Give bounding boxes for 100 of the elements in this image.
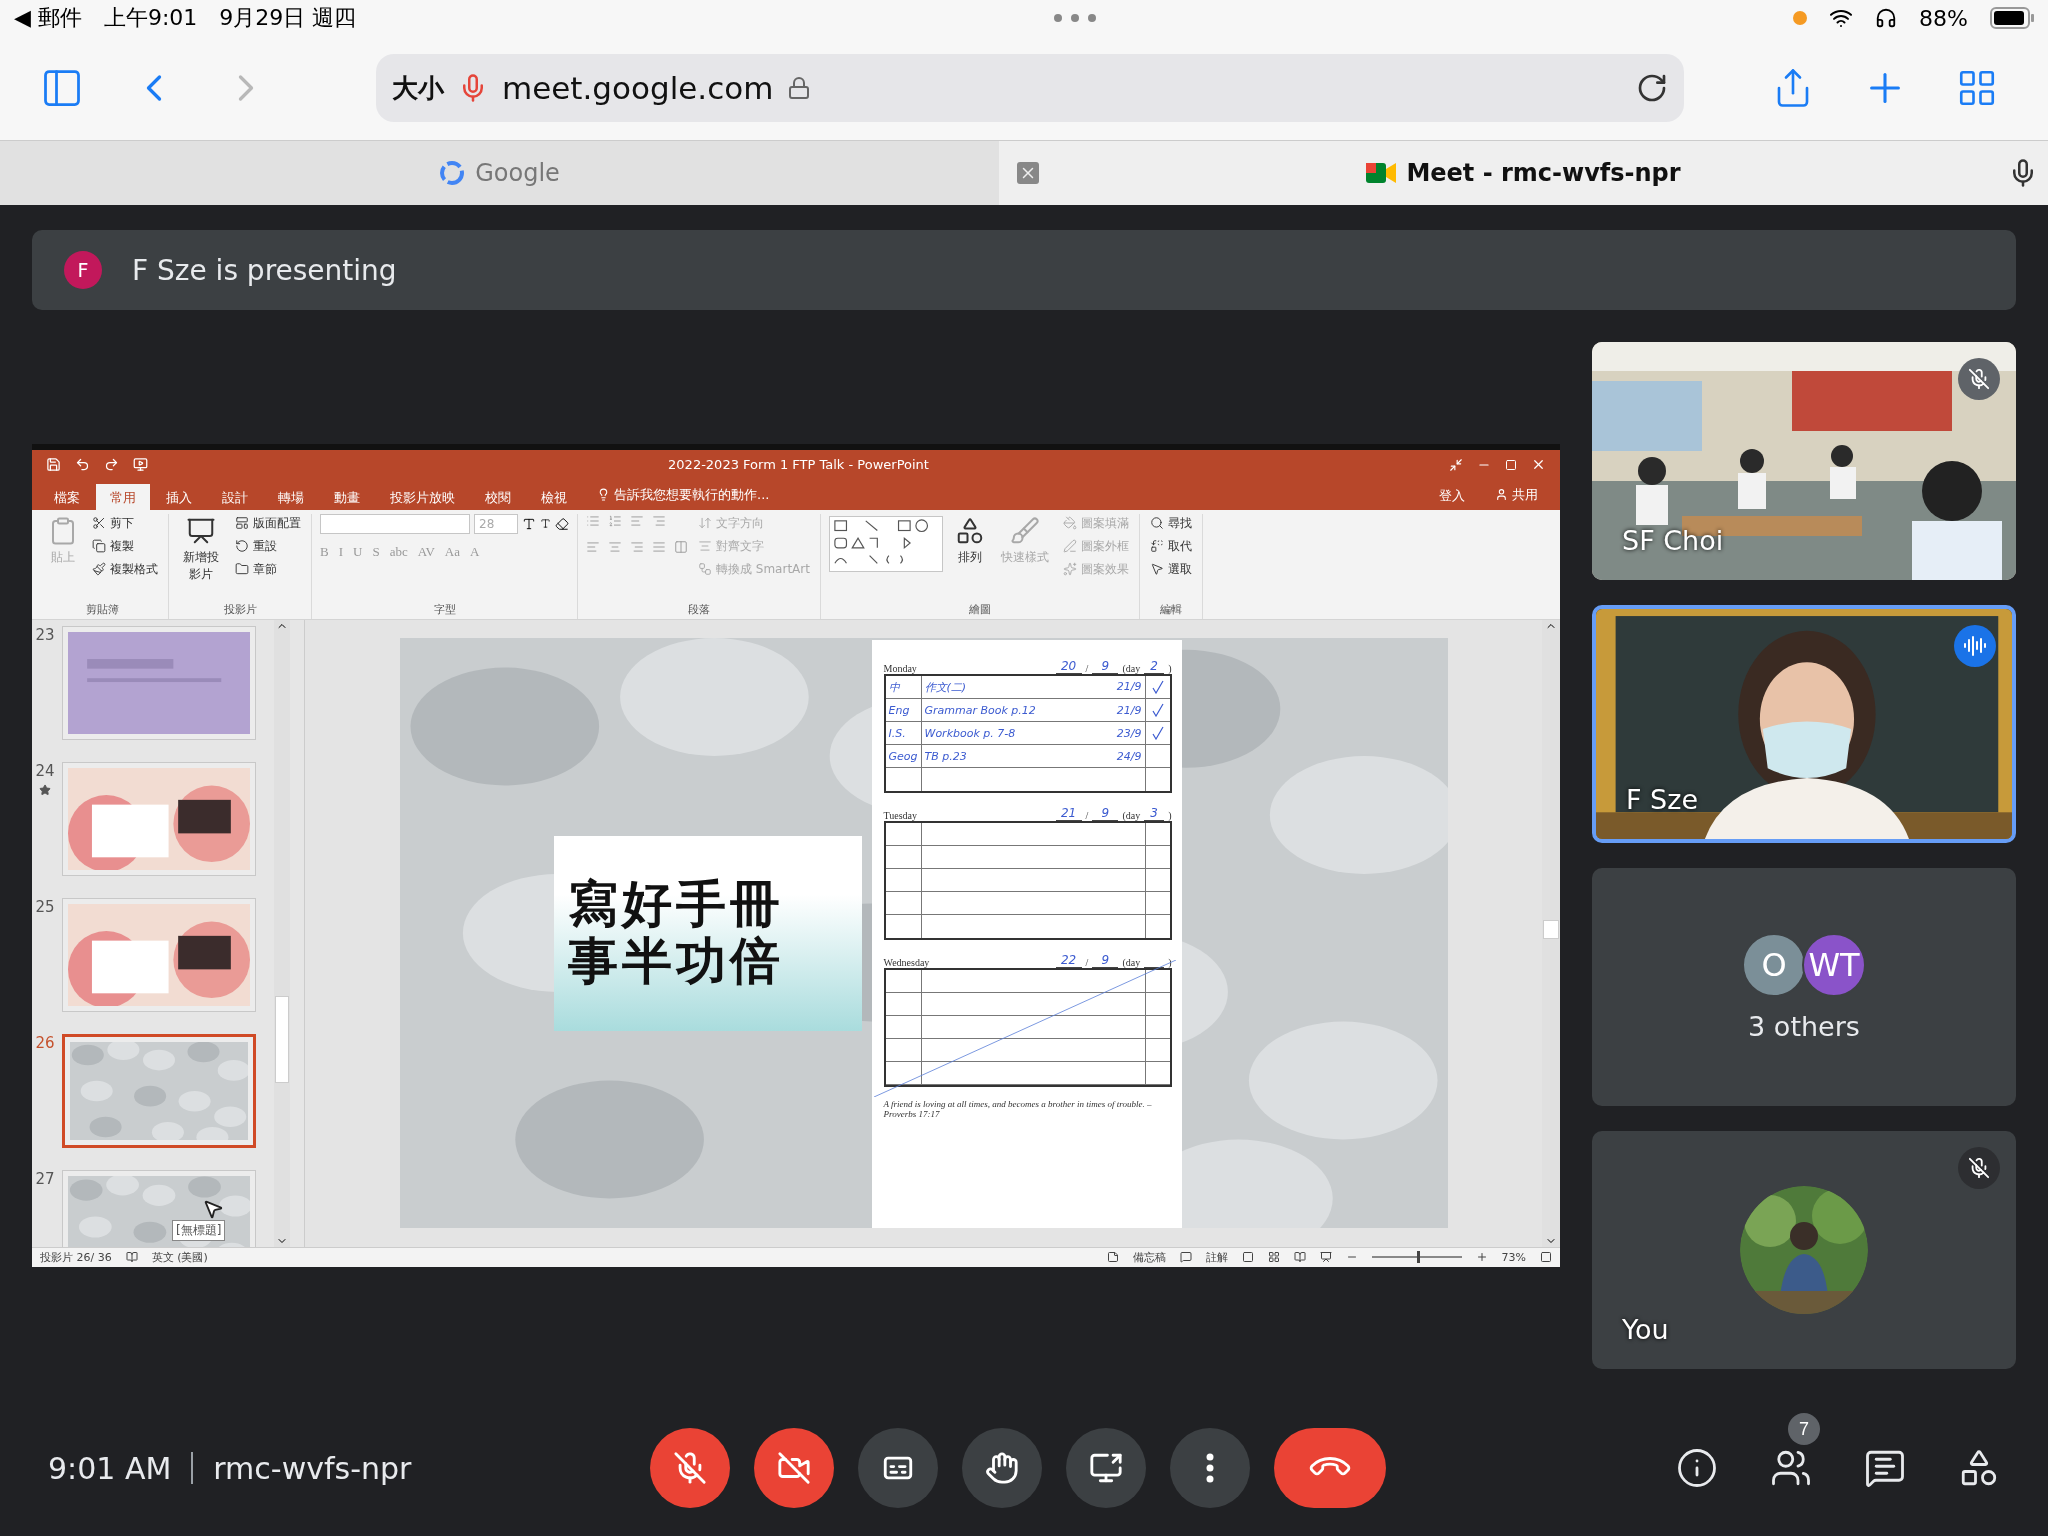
- spelling-icon[interactable]: [125, 1251, 138, 1263]
- slide-thumbnail[interactable]: [62, 761, 256, 876]
- back-to-app-link[interactable]: ◀ 郵件: [14, 3, 82, 33]
- share-button[interactable]: 共用: [1481, 481, 1552, 508]
- multitasking-dots-icon[interactable]: [1052, 13, 1097, 23]
- ribbon-group-label: 編輯: [1158, 601, 1183, 618]
- text-size-button[interactable]: 大小: [392, 70, 444, 106]
- slideshow-icon[interactable]: [133, 457, 148, 472]
- status-date: 9月29日 週四: [219, 4, 357, 32]
- browser-tab[interactable]: Meet - rmc-wvfs-npr: [999, 141, 2048, 205]
- shapes-gallery-icon[interactable]: [828, 515, 943, 572]
- slide-thumbnail[interactable]: [62, 897, 256, 1012]
- participant-name: F Sze: [1626, 784, 1699, 815]
- ribbon-tab[interactable]: 校閱: [471, 483, 525, 510]
- ribbon-large-button[interactable]: 新增投影片: [177, 513, 225, 585]
- search-icon: [1149, 516, 1164, 530]
- ribbon-group-label: 字型: [432, 601, 457, 618]
- info-button[interactable]: [1676, 1447, 1718, 1489]
- handwritten-date: 20: [1055, 659, 1082, 674]
- slideshow-view-icon[interactable]: [1319, 1251, 1332, 1263]
- slide-thumbnail[interactable]: [62, 625, 256, 740]
- slide-thumbnail[interactable]: [62, 1033, 256, 1148]
- numbering-icon: [608, 513, 622, 528]
- ribbon-tab[interactable]: 插入: [152, 483, 206, 510]
- table-cell: 21/9: [1116, 703, 1142, 717]
- table-cell: I.S.: [885, 722, 922, 744]
- table-cell: 24/9: [1116, 749, 1142, 763]
- tell-me-field[interactable]: 告訴我您想要執行的動作...: [614, 485, 770, 504]
- table-cell: Grammar Book p.12: [924, 703, 1036, 717]
- ribbon-tab[interactable]: 檔案: [40, 483, 94, 510]
- format-button[interactable]: abc: [389, 543, 408, 560]
- date-separator: /: [1085, 957, 1089, 968]
- ribbon-command[interactable]: 重設: [233, 536, 303, 556]
- ribbon-tab[interactable]: 轉場: [264, 483, 318, 510]
- ribbon-tab[interactable]: 常用: [96, 483, 150, 510]
- ribbon-command[interactable]: 複製格式: [90, 559, 160, 579]
- slide-title-line: 事半功倍: [567, 933, 785, 991]
- scroll-thumb[interactable]: [275, 995, 289, 1084]
- scroll-thumb[interactable]: [1543, 920, 1559, 940]
- participant-name: SF Choi: [1622, 525, 1724, 556]
- close-icon[interactable]: [1017, 162, 1040, 184]
- url-text: meet.google.com: [502, 70, 774, 106]
- day-label: Wednesday: [883, 957, 930, 968]
- layout-icon: [235, 516, 249, 530]
- ribbon-tab[interactable]: 檢視: [527, 483, 581, 510]
- tab-title: Meet - rmc-wvfs-npr: [1406, 159, 1681, 187]
- format-button[interactable]: B: [320, 543, 329, 560]
- more-icon: [1206, 1453, 1214, 1483]
- ribbon-command[interactable]: 選取: [1147, 559, 1194, 579]
- notes-icon: [1106, 1251, 1119, 1263]
- format-button[interactable]: U: [353, 543, 363, 560]
- fit-slide-icon[interactable]: [1540, 1251, 1552, 1263]
- headphones-icon: [1875, 7, 1898, 29]
- format-button[interactable]: A: [469, 543, 480, 560]
- outdent-icon: [652, 513, 666, 528]
- align-center-icon: [608, 539, 622, 554]
- normal-view-icon[interactable]: [1241, 1251, 1254, 1263]
- notes-button[interactable]: 備忘稿: [1132, 1249, 1166, 1265]
- lock-icon: [787, 76, 812, 100]
- reload-icon[interactable]: [1636, 72, 1668, 104]
- ribbon-command[interactable]: 尋找: [1147, 513, 1194, 533]
- slide-number: 24: [35, 761, 55, 780]
- ribbon-group-label: 繪圖: [967, 601, 992, 618]
- zoom-in-icon[interactable]: [1475, 1251, 1488, 1263]
- pen-icon: [1062, 539, 1077, 553]
- sorter-view-icon[interactable]: [1267, 1251, 1280, 1263]
- ribbon-command[interactable]: 取代: [1147, 536, 1194, 556]
- ribbon-tab[interactable]: 設計: [208, 483, 262, 510]
- close-icon[interactable]: [1531, 457, 1546, 472]
- day-prefix: (day: [1122, 663, 1141, 674]
- tab-title: Google: [475, 159, 560, 187]
- undo-icon[interactable]: [75, 457, 90, 472]
- ribbon-command[interactable]: 剪下: [90, 513, 160, 533]
- sign-in-link[interactable]: 登入: [1425, 481, 1479, 508]
- handwritten-day: 2: [1144, 659, 1165, 674]
- ribbon-command[interactable]: 複製: [90, 536, 160, 556]
- slide-number: 26: [35, 1033, 55, 1052]
- address-bar[interactable]: 大小 meet.google.com: [376, 54, 1684, 122]
- ribbon-command[interactable]: 章節: [233, 559, 303, 579]
- ribbon-large-button[interactable]: 排列: [950, 513, 989, 568]
- format-button[interactable]: S: [372, 543, 380, 560]
- day-suffix: ): [1168, 810, 1172, 821]
- save-icon[interactable]: [46, 457, 61, 472]
- handwritten-day: [1144, 967, 1165, 968]
- format-button[interactable]: I: [338, 543, 343, 560]
- redo-icon[interactable]: [104, 457, 119, 472]
- comments-button[interactable]: 註解: [1205, 1249, 1228, 1265]
- ribbon-tab[interactable]: 動畫: [320, 483, 374, 510]
- reading-view-icon[interactable]: [1293, 1251, 1306, 1263]
- ribbon-display-icon[interactable]: [1449, 457, 1463, 472]
- ribbon-command[interactable]: 版面配置: [233, 513, 303, 533]
- handwritten-day: 3: [1144, 806, 1165, 821]
- browser-tab[interactable]: Google: [0, 141, 1000, 205]
- restore-icon[interactable]: [1505, 458, 1517, 471]
- font-name-field[interactable]: [320, 513, 470, 534]
- ribbon-group-label: 段落: [687, 601, 711, 618]
- participant-count: 7: [1788, 1413, 1820, 1445]
- copy-icon: [92, 539, 106, 553]
- ribbon-tab[interactable]: 投影片放映: [376, 483, 469, 510]
- zoom-thumb[interactable]: [1416, 1251, 1420, 1263]
